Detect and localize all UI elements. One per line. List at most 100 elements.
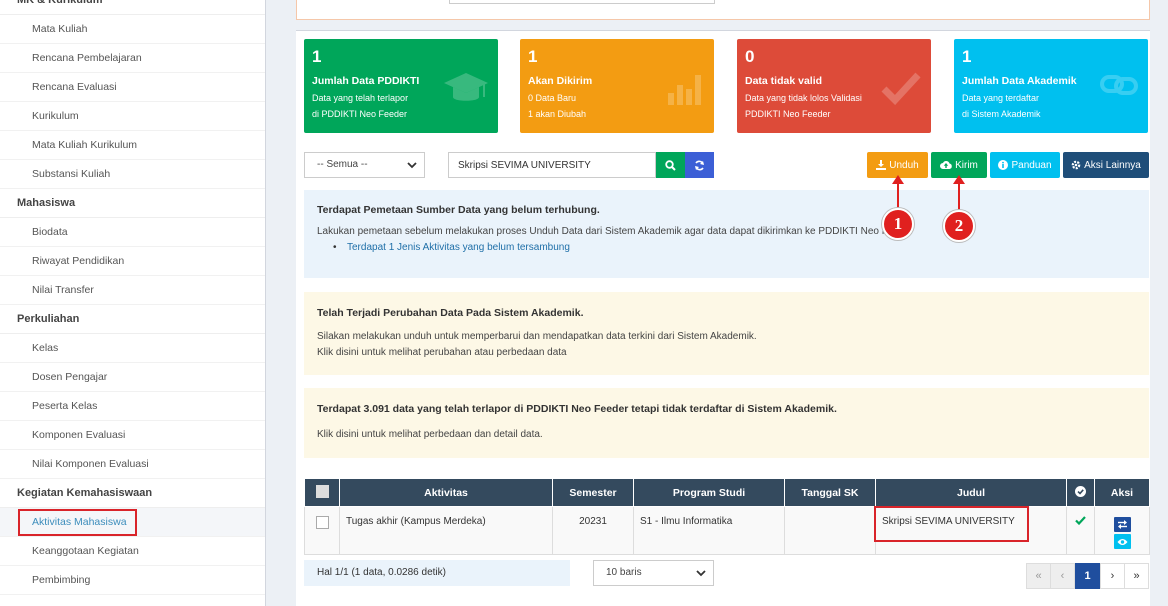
chevron-down-icon [696,570,706,577]
kirim-label: Kirim [955,159,978,171]
highlight-box [874,506,1029,542]
sidebar-item-aktivitas-mahasiswa[interactable]: Aktivitas Mahasiswa [0,508,265,537]
sidebar-item-dosen-pengajar[interactable]: Dosen Pengajar [0,363,265,392]
per-page-select[interactable]: 10 baris [593,560,714,586]
sidebar-item-nilai-transfer[interactable]: Nilai Transfer [0,276,265,305]
pagination-prev[interactable]: ‹ [1050,563,1075,589]
sidebar-item-biodata[interactable]: Biodata [0,218,265,247]
sidebar-item-peserta-kelas[interactable]: Peserta Kelas [0,392,265,421]
stat-count: 1 [962,47,972,66]
column-header-aktivitas[interactable]: Aktivitas [339,478,553,507]
top-field-edge [449,0,715,4]
stat-count: 1 [312,47,322,66]
callout-text: Silakan melakukan unduh untuk memperbaru… [317,331,757,342]
callout-bullet-link[interactable]: Terdapat 1 Jenis Aktivitas yang belum te… [317,240,1136,256]
sidebar-item-rencana-evaluasi[interactable]: Rencana Evaluasi [0,73,265,102]
callout-pemetaan: Terdapat Pemetaan Sumber Data yang belum… [304,190,1149,278]
cell-aksi [1094,506,1150,555]
sidebar-item-substansi-kuliah[interactable]: Substansi Kuliah [0,160,265,189]
pagination-first[interactable]: « [1026,563,1051,589]
pagination-page-1[interactable]: 1 [1075,563,1100,589]
sidebar-section-perkuliahan: Perkuliahan [0,305,265,334]
compare-button[interactable] [1113,517,1131,532]
callout-title: Telah Terjadi Perubahan Data Pada Sistem… [317,307,584,319]
stat-box-data-akademik[interactable]: 1 Jumlah Data Akademik Data yang terdaft… [954,39,1148,133]
sidebar-item-keanggotaan-kegiatan[interactable]: Keanggotaan Kegiatan [0,537,265,566]
callout-perubahan-data: Telah Terjadi Perubahan Data Pada Sistem… [304,292,1149,375]
annotation-arrow-head [892,175,904,184]
search-icon [665,159,676,171]
row-checkbox[interactable] [315,516,329,529]
callout-link[interactable]: Klik disini untuk melihat perbedaan dan … [317,427,1136,443]
table-info: Hal 1/1 (1 data, 0.0286 detik) [304,560,570,586]
select-all-checkbox[interactable] [304,478,340,507]
exchange-icon [1117,520,1127,529]
search-input[interactable] [448,152,656,178]
aksi-lainnya-button[interactable]: Aksi Lainnya [1063,152,1149,178]
aksi-lainnya-label: Aksi Lainnya [1084,159,1141,171]
stat-box-akan-dikirim[interactable]: 1 Akan Dikirim 0 Data Baru 1 akan Diubah [520,39,714,133]
highlight-box [18,509,137,536]
eye-icon [1117,538,1127,545]
graduation-cap-icon [444,73,488,101]
row-checkbox-cell[interactable] [304,506,340,555]
table-row: Tugas akhir (Kampus Merdeka) 20231 S1 - … [304,506,1150,555]
download-icon [876,160,887,170]
stat-count: 0 [745,47,755,66]
column-header-semester[interactable]: Semester [552,478,634,507]
filter-select[interactable]: -- Semua -- [304,152,425,178]
cell-status [1066,506,1095,555]
panduan-label: Panduan [1011,159,1052,171]
sidebar-item-pembimbing[interactable]: Pembimbing [0,566,265,595]
stat-box-pddikti[interactable]: 1 Jumlah Data PDDIKTI Data yang telah te… [304,39,498,133]
per-page-value: 10 baris [606,567,642,578]
sidebar-item-nilai-komponen-evaluasi[interactable]: Nilai Komponen Evaluasi [0,450,265,479]
pagination-last[interactable]: » [1124,563,1149,589]
stat-subtitle-2: di Sistem Akademik [962,109,1041,119]
refresh-button[interactable] [685,152,714,178]
column-header-status [1066,478,1095,507]
stat-subtitle-2: PDDIKTI Neo Feeder [745,109,831,119]
check-circle-icon [1075,485,1086,497]
cell-aktivitas: Tugas akhir (Kampus Merdeka) [339,506,553,555]
view-button[interactable] [1113,534,1131,549]
annotation-arrow-head [953,175,965,184]
sidebar-item-mata-kuliah-kurikulum[interactable]: Mata Kuliah Kurikulum [0,131,265,160]
top-panel-edge [296,0,1150,20]
panduan-button[interactable]: Panduan [990,152,1060,178]
cloud-upload-icon [940,161,952,169]
cell-judul: Skripsi SEVIMA UNIVERSITY [874,506,1067,555]
callout-title: Terdapat 3.091 data yang telah terlapor … [317,403,837,415]
callout-text: Lakukan pemetaan sebelum melakukan prose… [317,226,914,237]
annotation-marker-1: 1 [882,208,914,240]
stat-subtitle-2: 1 akan Diubah [528,109,587,119]
sidebar-item-kurikulum[interactable]: Kurikulum [0,102,265,131]
column-header-aksi: Aksi [1094,478,1150,507]
column-header-program-studi[interactable]: Program Studi [633,478,785,507]
stat-subtitle-2: di PDDIKTI Neo Feeder [312,109,408,119]
checkmark-icon [881,72,921,105]
table-header-row: Aktivitas Semester Program Studi Tanggal… [304,478,1150,507]
annotation-marker-2: 2 [943,210,975,242]
sidebar-item-rencana-pembelajaran[interactable]: Rencana Pembelajaran [0,44,265,73]
sidebar-item-kelas[interactable]: Kelas [0,334,265,363]
pagination-next[interactable]: › [1100,563,1125,589]
sidebar-item-riwayat-pendidikan[interactable]: Riwayat Pendidikan [0,247,265,276]
callout-link[interactable]: Klik disini untuk melihat perubahan atau… [317,345,1136,361]
callout-title: Terdapat Pemetaan Sumber Data yang belum… [317,204,600,216]
sidebar: MK & Kurikulum Mata Kuliah Rencana Pembe… [0,0,266,606]
column-header-tanggal-sk[interactable]: Tanggal SK [784,478,876,507]
sidebar-item-mata-kuliah[interactable]: Mata Kuliah [0,15,265,44]
stat-count: 1 [528,47,538,66]
stat-box-data-tidak-valid[interactable]: 0 Data tidak valid Data yang tidak lolos… [737,39,931,133]
search-button[interactable] [656,152,685,178]
column-header-judul[interactable]: Judul [875,478,1067,507]
callout-data-tidak-terdaftar: Terdapat 3.091 data yang telah terlapor … [304,388,1149,458]
cell-program-studi: S1 - Ilmu Informatika [633,506,785,555]
refresh-icon [695,160,704,170]
info-icon [998,160,1009,170]
unduh-label: Unduh [889,159,919,171]
sidebar-item-komponen-evaluasi[interactable]: Komponen Evaluasi [0,421,265,450]
check-icon [1075,516,1086,526]
cell-semester: 20231 [552,506,634,555]
